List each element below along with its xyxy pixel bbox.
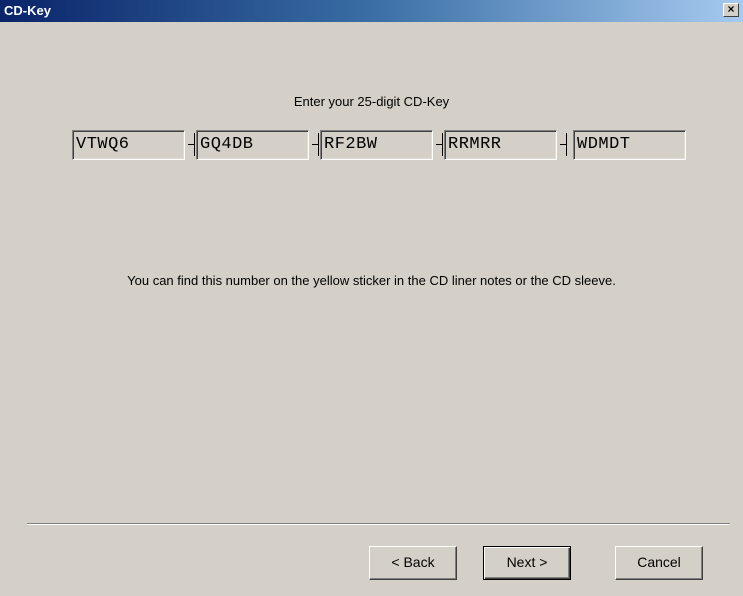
button-separator xyxy=(27,523,730,525)
close-icon[interactable]: × xyxy=(723,3,739,17)
cd-key-field-2[interactable]: GQ4DB xyxy=(196,130,309,160)
field-separator-dash xyxy=(442,133,443,156)
title-bar[interactable]: CD-Key × xyxy=(0,0,743,22)
cd-key-location-hint: You can find this number on the yellow s… xyxy=(127,273,616,288)
next-button[interactable]: Next > xyxy=(483,546,571,580)
cd-key-prompt: Enter your 25-digit CD-Key xyxy=(293,94,450,109)
back-button[interactable]: < Back xyxy=(369,546,457,580)
window-title: CD-Key xyxy=(4,3,51,18)
cd-key-dialog: CD-Key × Enter your 25-digit CD-Key VTWQ… xyxy=(0,0,743,596)
cd-key-field-1[interactable]: VTWQ6 xyxy=(72,130,185,160)
field-separator-dash xyxy=(194,133,195,156)
field-separator-dash xyxy=(566,133,567,156)
cancel-button[interactable]: Cancel xyxy=(615,546,703,580)
cd-key-field-5[interactable]: WDMDT xyxy=(573,130,686,160)
cd-key-field-4[interactable]: RRMRR xyxy=(444,130,557,160)
cd-key-field-3[interactable]: RF2BW xyxy=(320,130,433,160)
field-separator-dash xyxy=(318,133,319,156)
